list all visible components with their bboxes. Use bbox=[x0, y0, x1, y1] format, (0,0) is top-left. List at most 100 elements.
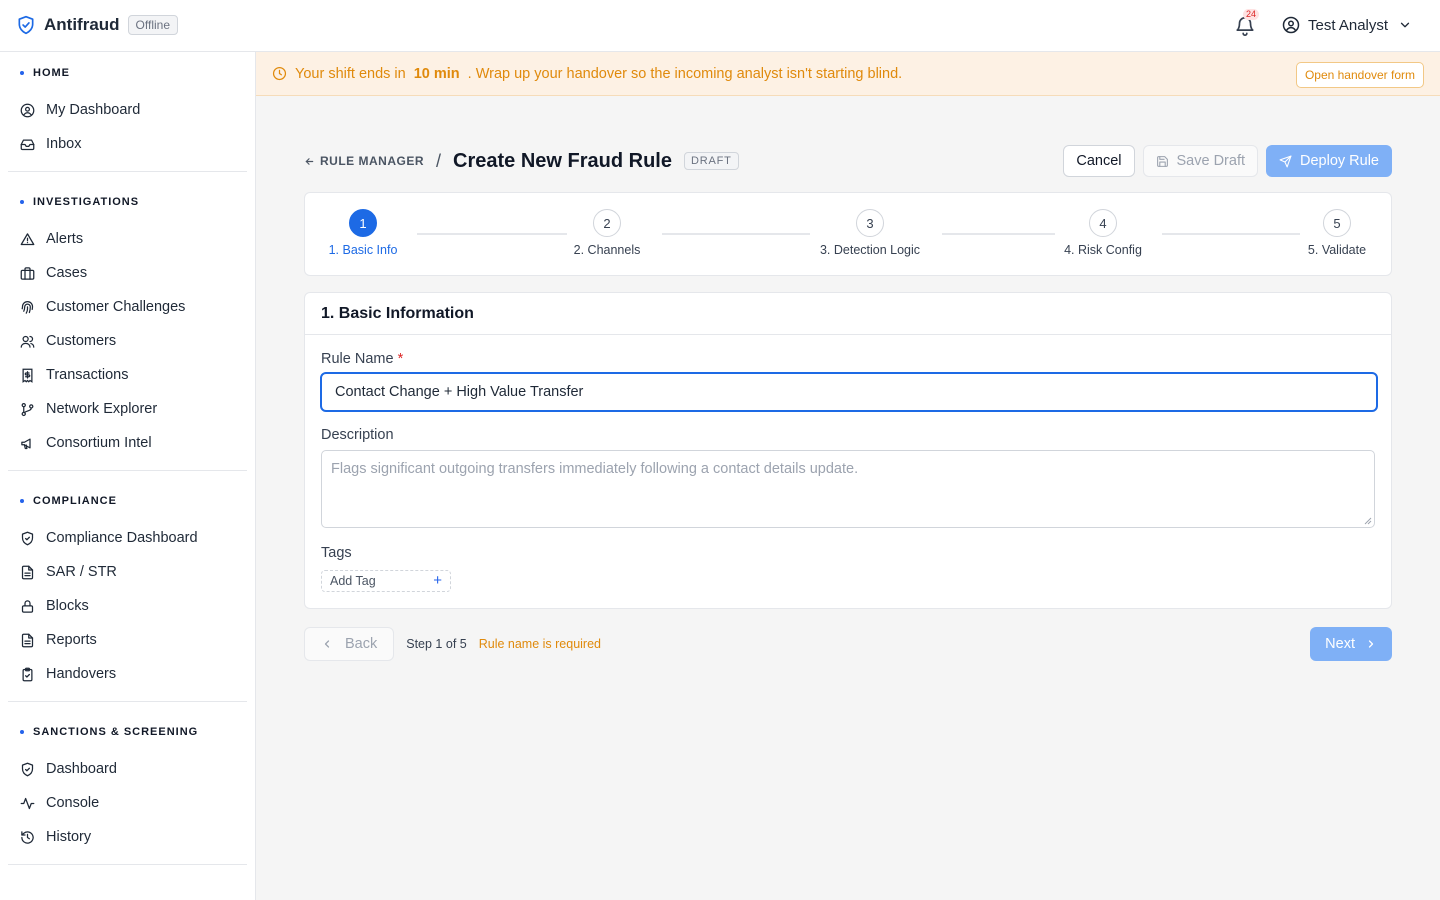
breadcrumb-separator: / bbox=[436, 150, 442, 171]
sidebar-item-label: My Dashboard bbox=[46, 102, 141, 118]
banner-text-prefix: Your shift ends in bbox=[295, 65, 406, 82]
sidebar-item-network-explorer[interactable]: Network Explorer bbox=[8, 392, 247, 426]
step-progress-text: Step 1 of 5 bbox=[406, 637, 467, 651]
app-name: Antifraud bbox=[44, 15, 120, 34]
user-menu[interactable]: Test Analyst bbox=[1282, 16, 1420, 34]
sidebar-item-label: Compliance Dashboard bbox=[46, 530, 198, 546]
sidebar-item-history[interactable]: History bbox=[8, 820, 247, 854]
rule-name-input[interactable]: Contact Change + High Value Transfer bbox=[320, 372, 1378, 412]
sidebar-item-label: Reports bbox=[46, 632, 97, 648]
divider bbox=[8, 171, 247, 172]
sidebar-item-reports[interactable]: Reports bbox=[8, 623, 247, 657]
sidebar-item-label: Inbox bbox=[46, 136, 82, 152]
sidebar-item-label: Alerts bbox=[46, 231, 84, 247]
description-textarea[interactable]: Flags significant outgoing transfers imm… bbox=[321, 450, 1375, 528]
user-circle-icon bbox=[20, 103, 35, 117]
sidebar-item-label: Blocks bbox=[46, 598, 89, 614]
receipt-icon bbox=[22, 368, 33, 383]
sidebar-item-handovers[interactable]: Handovers bbox=[8, 657, 247, 691]
description-label: Description bbox=[321, 427, 394, 443]
resize-grip-icon[interactable] bbox=[1364, 517, 1372, 525]
lock-icon bbox=[21, 599, 34, 613]
deploy-rule-button[interactable]: Deploy Rule bbox=[1266, 145, 1392, 177]
banner-time: 10 min bbox=[413, 65, 460, 82]
sidebar-item-alerts[interactable]: Alerts bbox=[8, 222, 247, 256]
activity-icon bbox=[20, 797, 35, 809]
step-validate[interactable]: 5 5. Validate bbox=[1306, 209, 1368, 257]
sidebar-item-consortium-intel[interactable]: Consortium Intel bbox=[8, 426, 247, 460]
shift-warning-banner: Your shift ends in 10 min . Wrap up your… bbox=[256, 52, 1440, 96]
brand[interactable]: Antifraud Offline bbox=[16, 14, 179, 36]
file-text-icon bbox=[21, 565, 34, 579]
sidebar-item-label: Customer Challenges bbox=[46, 299, 186, 315]
step-detection-logic[interactable]: 3 3. Detection Logic bbox=[814, 209, 926, 257]
file-text-icon bbox=[21, 633, 34, 647]
wizard-stepper: 1 1. Basic Info 2 2. Channels 3 3. Detec… bbox=[304, 192, 1392, 276]
sidebar-item-sanctions-dashboard[interactable]: Dashboard bbox=[8, 752, 247, 786]
sidebar-item-customers[interactable]: Customers bbox=[8, 324, 247, 358]
rule-name-label: Rule Name * bbox=[321, 351, 404, 367]
breadcrumb-rule-manager[interactable]: RULE MANAGER bbox=[304, 154, 424, 168]
history-icon bbox=[21, 830, 34, 844]
step-channels[interactable]: 2 2. Channels bbox=[571, 209, 643, 257]
save-draft-button[interactable]: Save Draft bbox=[1142, 145, 1258, 177]
nav-section-sanctions: SANCTIONS & SCREENING Dashboard Console … bbox=[0, 712, 255, 865]
sidebar-item-transactions[interactable]: Transactions bbox=[8, 358, 247, 392]
section-header: INVESTIGATIONS bbox=[8, 182, 247, 222]
sidebar-item-label: Dashboard bbox=[46, 761, 117, 777]
nav-section-investigations: INVESTIGATIONS Alerts Cases Customer Cha… bbox=[0, 182, 255, 471]
step-connector bbox=[1162, 233, 1300, 235]
step-label: 5. Validate bbox=[1307, 243, 1367, 257]
required-marker: * bbox=[397, 351, 404, 367]
back-button[interactable]: Back bbox=[304, 627, 395, 661]
top-bar: Antifraud Offline 24 Test Analyst bbox=[0, 0, 1440, 52]
cancel-button[interactable]: Cancel bbox=[1063, 145, 1135, 177]
connection-status-badge: Offline bbox=[127, 15, 179, 35]
sidebar-item-label: History bbox=[46, 829, 92, 845]
user-name: Test Analyst bbox=[1308, 16, 1389, 34]
divider bbox=[8, 701, 247, 702]
user-circle-icon bbox=[1282, 16, 1300, 34]
sidebar: HOME My Dashboard Inbox INVESTIGATIONS A… bbox=[0, 52, 256, 900]
notification-count-badge: 24 bbox=[1243, 9, 1260, 20]
nav-section-compliance: COMPLIANCE Compliance Dashboard SAR / ST… bbox=[0, 481, 255, 702]
sidebar-item-blocks[interactable]: Blocks bbox=[8, 589, 247, 623]
sidebar-item-cases[interactable]: Cases bbox=[8, 256, 247, 290]
step-number: 3 bbox=[856, 209, 884, 237]
sidebar-item-sar-str[interactable]: SAR / STR bbox=[8, 555, 247, 589]
next-button[interactable]: Next bbox=[1310, 627, 1392, 661]
sidebar-item-inbox[interactable]: Inbox bbox=[8, 127, 247, 161]
briefcase-icon bbox=[20, 266, 35, 280]
nav-section-home: HOME My Dashboard Inbox bbox=[0, 52, 255, 172]
step-connector bbox=[662, 233, 810, 235]
sidebar-item-label: Handovers bbox=[46, 666, 117, 682]
step-risk-config[interactable]: 4 4. Risk Config bbox=[1061, 209, 1145, 257]
chevron-right-icon bbox=[1368, 640, 1374, 648]
sidebar-item-label: Customers bbox=[46, 333, 117, 349]
sidebar-item-console[interactable]: Console bbox=[8, 786, 247, 820]
open-handover-form-button[interactable]: Open handover form bbox=[1295, 62, 1424, 88]
sidebar-item-my-dashboard[interactable]: My Dashboard bbox=[8, 93, 247, 127]
add-tag-input[interactable]: Add Tag + bbox=[321, 570, 451, 592]
sidebar-item-label: SAR / STR bbox=[46, 564, 117, 580]
card-title: 1. Basic Information bbox=[305, 293, 1391, 335]
chevron-left-icon bbox=[324, 640, 330, 648]
section-header: COMPLIANCE bbox=[8, 481, 247, 521]
fingerprint-icon bbox=[21, 300, 34, 314]
wizard-footer: Back Step 1 of 5 Rule name is required N… bbox=[304, 626, 1392, 662]
basic-information-card: 1. Basic Information Rule Name * Contact… bbox=[304, 292, 1392, 609]
alert-triangle-icon bbox=[20, 232, 35, 245]
shield-check-icon bbox=[21, 762, 34, 776]
divider bbox=[8, 470, 247, 471]
step-number: 4 bbox=[1089, 209, 1117, 237]
sidebar-item-customer-challenges[interactable]: Customer Challenges bbox=[8, 290, 247, 324]
header-actions: Cancel Save Draft Deploy Rule bbox=[1063, 145, 1392, 177]
sidebar-item-compliance-dashboard[interactable]: Compliance Dashboard bbox=[8, 521, 247, 555]
chevron-down-icon bbox=[1400, 22, 1410, 28]
users-icon bbox=[20, 335, 35, 348]
plus-icon[interactable]: + bbox=[433, 572, 442, 589]
step-basic-info[interactable]: 1 1. Basic Info bbox=[329, 209, 397, 257]
arrow-left-icon bbox=[305, 157, 314, 165]
send-icon bbox=[1279, 155, 1292, 167]
step-number: 2 bbox=[593, 209, 621, 237]
